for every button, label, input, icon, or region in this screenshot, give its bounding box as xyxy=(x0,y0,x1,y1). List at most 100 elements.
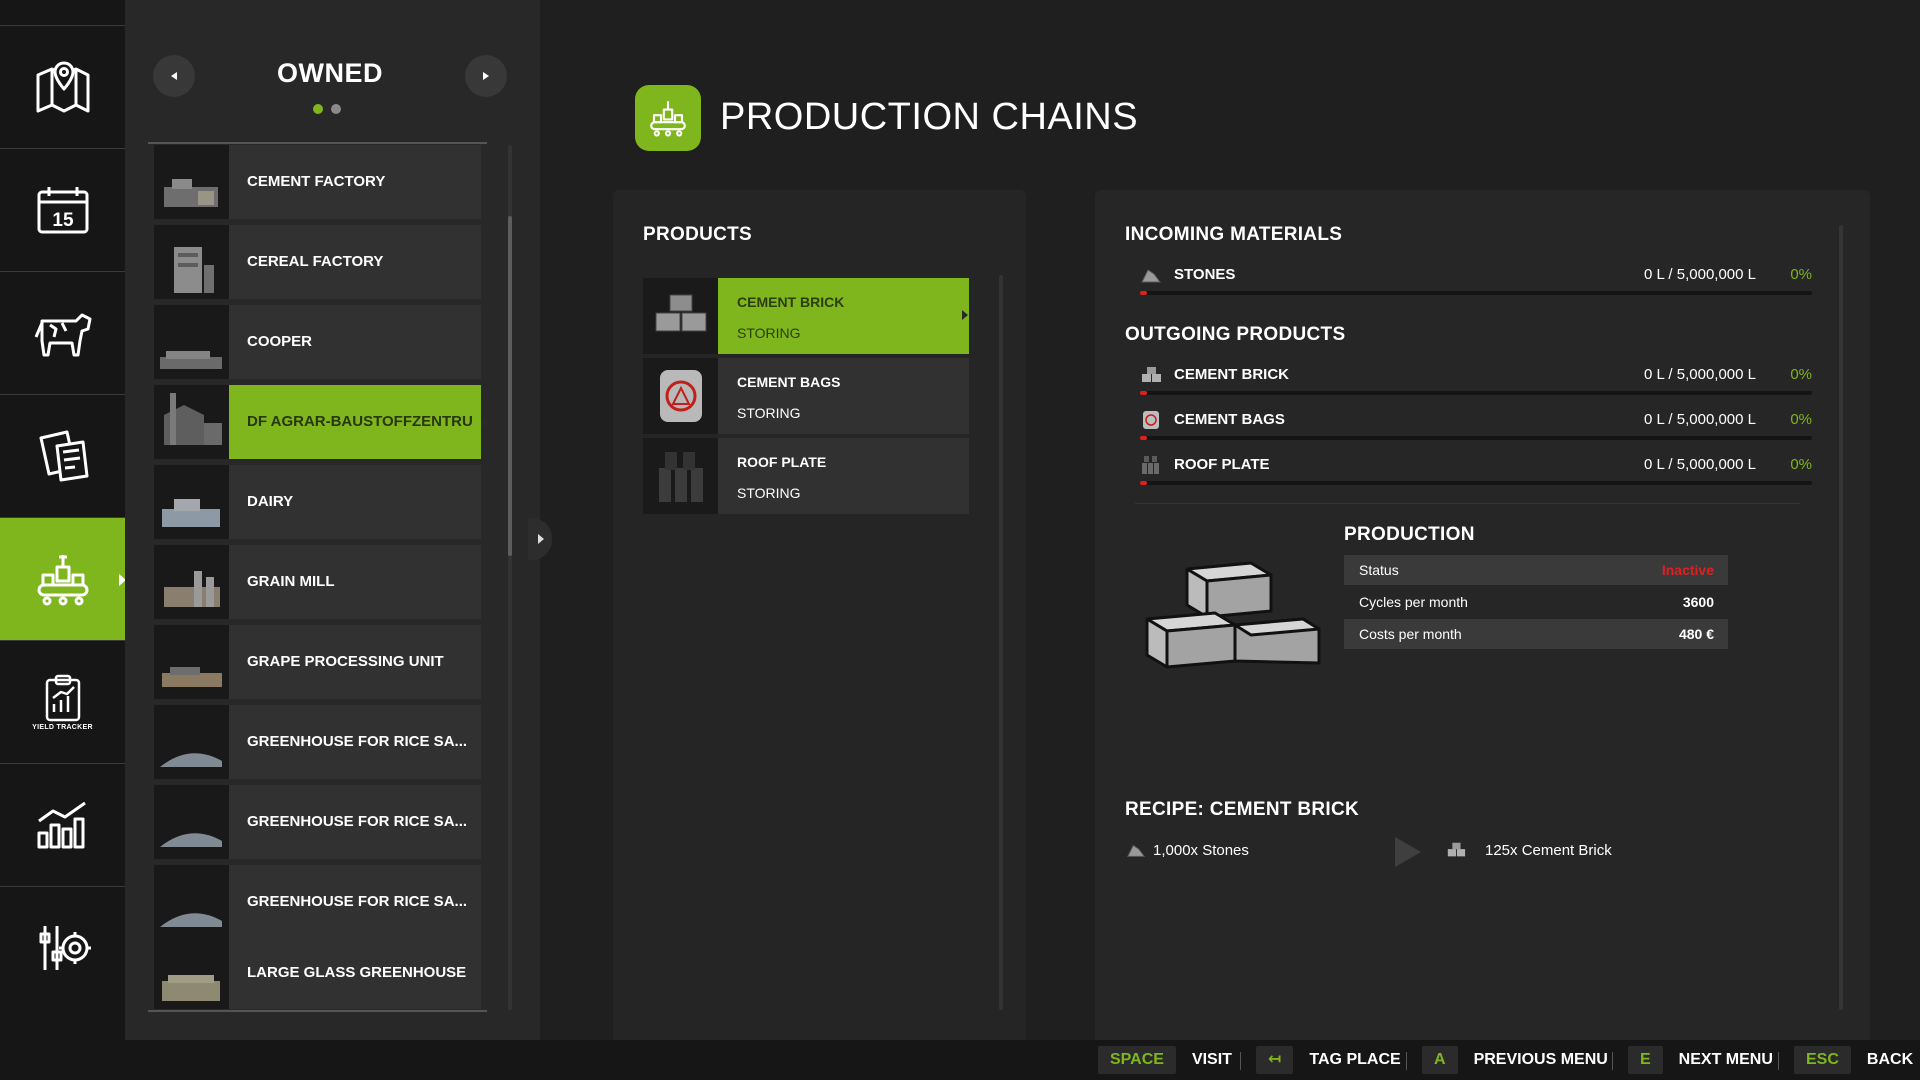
hint-previous-menu[interactable]: A PREVIOUS MENU xyxy=(1422,1046,1608,1074)
statistics-icon xyxy=(37,801,86,849)
list-item-label: DAIRY xyxy=(247,493,294,510)
collapse-panel-button[interactable] xyxy=(528,518,552,560)
details-scrollbar[interactable] xyxy=(1839,225,1843,1010)
material-name: STONES xyxy=(1174,266,1236,283)
nav-item-contracts[interactable] xyxy=(0,394,125,517)
page-dot-2[interactable] xyxy=(331,104,341,114)
hint-back[interactable]: ESC BACK xyxy=(1794,1046,1913,1074)
list-divider-top xyxy=(148,142,487,144)
factory-thumbnail xyxy=(154,305,229,379)
arrow-left-icon xyxy=(171,72,177,80)
product-fill-bar xyxy=(1140,436,1812,440)
production-screen: 15 YIELD TRACKER OWNED CEMENT FACTORY CE… xyxy=(0,0,1920,1080)
cement-bags-icon xyxy=(643,358,718,434)
factory-thumbnail xyxy=(154,705,229,779)
yield-tracker-label: YIELD TRACKER xyxy=(32,723,93,731)
key-esc: ESC xyxy=(1794,1046,1851,1074)
list-item[interactable]: GREENHOUSE FOR RICE SA... xyxy=(154,705,481,779)
key-space: SPACE xyxy=(1098,1046,1176,1074)
list-item-label: DF AGRAR-BAUSTOFFZENTRU xyxy=(247,413,472,430)
recipe-title: RECIPE: CEMENT BRICK xyxy=(1125,799,1360,820)
production-icon xyxy=(37,555,88,606)
selected-highlight xyxy=(718,278,969,354)
material-amount: 0 L / 5,000,000 L xyxy=(1643,266,1756,283)
nav-item-statistics[interactable] xyxy=(0,763,125,886)
material-fill-bar xyxy=(1140,291,1812,295)
production-chain-icon xyxy=(635,85,701,151)
outgoing-product-row: CEMENT BRICK 0 L / 5,000,000 L 0% xyxy=(1140,364,1812,388)
selected-caret xyxy=(962,310,968,320)
hint-separator xyxy=(1612,1052,1613,1070)
factory-thumbnail xyxy=(154,145,229,219)
product-name: CEMENT BAGS xyxy=(1174,411,1285,428)
production-cycles-row: Cycles per month 3600 xyxy=(1344,587,1728,617)
product-name: CEMENT BRICK xyxy=(737,294,845,310)
yield-tracker-icon xyxy=(45,674,80,721)
nav-item-settings[interactable] xyxy=(0,886,125,1009)
list-item-label: GRAPE PROCESSING UNIT xyxy=(247,653,444,670)
production-title: PRODUCTION xyxy=(1344,524,1475,545)
product-amount: 0 L / 5,000,000 L xyxy=(1643,456,1756,473)
product-name: CEMENT BRICK xyxy=(1174,366,1289,383)
incoming-title: INCOMING MATERIALS xyxy=(1125,224,1343,245)
cement-brick-icon xyxy=(1142,367,1161,382)
nav-item-production[interactable] xyxy=(0,517,126,640)
list-item[interactable]: DAIRY xyxy=(154,465,481,539)
selected-caret xyxy=(481,416,488,428)
cement-brick-icon xyxy=(643,278,718,354)
contracts-icon xyxy=(39,430,88,482)
factory-thumbnail xyxy=(154,225,229,299)
product-name: ROOF PLATE xyxy=(1174,456,1270,473)
products-scrollbar[interactable] xyxy=(999,275,1003,1010)
nav-item-yield-tracker[interactable]: YIELD TRACKER xyxy=(0,640,125,763)
list-item[interactable]: COOPER xyxy=(154,305,481,379)
factory-thumbnail xyxy=(154,545,229,619)
section-divider xyxy=(1135,503,1800,504)
list-item[interactable]: CEREAL FACTORY xyxy=(154,225,481,299)
list-item-selected[interactable]: DF AGRAR-BAUSTOFFZENTRU xyxy=(154,385,488,459)
hint-next-menu[interactable]: E NEXT MENU xyxy=(1628,1046,1773,1074)
list-item[interactable]: GRAPE PROCESSING UNIT xyxy=(154,625,481,699)
product-item-selected[interactable]: CEMENT BRICK STORING xyxy=(643,278,969,354)
arrow-right-icon xyxy=(483,72,489,80)
nav-item-calendar[interactable]: 15 xyxy=(0,148,125,271)
outgoing-product-row: ROOF PLATE 0 L / 5,000,000 L 0% xyxy=(1140,454,1812,478)
hint-separator xyxy=(1406,1052,1407,1070)
hint-visit[interactable]: SPACE VISIT xyxy=(1098,1046,1232,1074)
list-item-label: GRAIN MILL xyxy=(247,573,335,590)
nav-item-animals[interactable] xyxy=(0,271,125,394)
cement-brick-icon xyxy=(1447,842,1466,857)
list-item[interactable]: GRAIN MILL xyxy=(154,545,481,619)
expand-arrow-icon xyxy=(538,534,544,544)
list-item[interactable]: CEMENT FACTORY xyxy=(154,145,481,219)
production-status-row: Status Inactive xyxy=(1344,555,1728,585)
list-item[interactable]: GREENHOUSE FOR RICE SA... xyxy=(154,865,481,939)
recipe-arrow-icon xyxy=(1395,837,1421,867)
list-item-label: LARGE GLASS GREENHOUSE xyxy=(247,964,467,981)
main-nav: 15 YIELD TRACKER xyxy=(0,0,126,1040)
product-image xyxy=(1143,555,1325,673)
list-item[interactable]: GREENHOUSE FOR RICE SA... xyxy=(154,785,481,859)
product-item[interactable]: ROOF PLATE STORING xyxy=(643,438,969,514)
hint-tag-place[interactable]: ↤ TAG PLACE xyxy=(1256,1046,1401,1074)
page-dot-1[interactable] xyxy=(313,104,323,114)
list-divider-bottom xyxy=(148,1010,487,1012)
stones-icon xyxy=(1127,844,1146,857)
prev-page-button[interactable] xyxy=(153,55,195,97)
product-item[interactable]: CEMENT BAGS STORING xyxy=(643,358,969,434)
list-item[interactable]: LARGE GLASS GREENHOUSE xyxy=(154,937,481,1009)
roof-plate-icon xyxy=(1142,456,1159,474)
list-item-label: GREENHOUSE FOR RICE SA... xyxy=(247,893,468,910)
nav-item-map[interactable] xyxy=(0,25,125,148)
list-item-label: COOPER xyxy=(247,333,313,350)
product-percent: 0% xyxy=(1790,411,1812,428)
hint-label: BACK xyxy=(1866,1051,1914,1068)
product-fill-bar xyxy=(1140,391,1812,395)
fill-level xyxy=(1140,436,1147,440)
product-name: CEMENT BAGS xyxy=(737,374,841,390)
product-state: STORING xyxy=(737,485,801,501)
owned-scrollbar-thumb[interactable] xyxy=(508,216,512,556)
next-page-button[interactable] xyxy=(465,55,507,97)
stones-icon xyxy=(1141,269,1161,283)
owned-title: OWNED xyxy=(277,58,383,88)
